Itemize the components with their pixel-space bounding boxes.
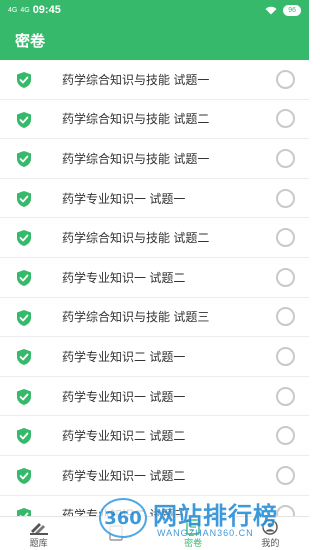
select-radio[interactable] (276, 267, 295, 287)
nav-item-mine[interactable]: 我的 (232, 517, 309, 550)
paper-row[interactable]: 药学综合知识与技能 试题一 (0, 139, 309, 179)
shield-check-icon (17, 507, 31, 516)
exam-icon (109, 525, 123, 541)
select-radio[interactable] (276, 307, 295, 327)
bottom-nav: 题库 密卷 我的 (0, 516, 309, 550)
paper-row[interactable]: 药学专业知识一 试题一 (0, 179, 309, 219)
select-radio[interactable] (276, 505, 295, 516)
select-radio[interactable] (276, 465, 295, 485)
shield-check-icon (17, 467, 31, 484)
shield-check-icon (17, 111, 31, 128)
shield-check-icon (17, 190, 31, 207)
shield-check-icon (17, 72, 31, 88)
paper-row[interactable]: 药学综合知识与技能 试题二 (0, 100, 309, 140)
shield-check-icon (17, 349, 31, 366)
paper-title: 药学专业知识二 试题三 (62, 508, 186, 516)
shield-check-icon (17, 230, 31, 247)
nav-item-question-bank[interactable]: 题库 (0, 517, 77, 550)
app-bar: 密卷 (0, 20, 309, 60)
status-time: 09:45 (32, 4, 61, 16)
secret-paper-icon (186, 518, 200, 535)
paper-title: 药学综合知识与技能 试题一 (62, 72, 210, 87)
paper-title: 药学专业知识二 试题二 (62, 429, 186, 444)
nav-label-question-bank: 题库 (29, 537, 48, 548)
paper-title: 药学综合知识与技能 试题三 (62, 310, 210, 325)
status-bar: 4G 4G 09:45 96 (0, 0, 309, 20)
paper-title: 药学综合知识与技能 试题二 (62, 231, 210, 246)
paper-title: 药学专业知识一 试题二 (62, 468, 186, 483)
shield-check-icon (17, 428, 31, 445)
wifi-icon (265, 6, 277, 14)
paper-row[interactable]: 药学专业知识二 试题三 (0, 496, 309, 516)
paper-row[interactable]: 药学专业知识二 试题一 (0, 337, 309, 377)
paper-title: 药学综合知识与技能 试题二 (62, 112, 210, 127)
select-radio[interactable] (276, 109, 295, 129)
shield-check-icon (17, 309, 31, 326)
paper-title: 药学专业知识一 试题一 (62, 389, 186, 404)
nav-label-mine: 我的 (261, 537, 280, 548)
paper-list: 药学综合知识与技能 试题一 药学综合知识与技能 试题二 药学综合知识与技能 试题一药… (0, 60, 309, 516)
select-radio[interactable] (276, 426, 295, 446)
paper-row[interactable]: 药学综合知识与技能 试题三 (0, 298, 309, 338)
user-icon (262, 518, 279, 535)
select-radio[interactable] (276, 148, 295, 168)
signal-label-2: 4G (20, 6, 30, 14)
nav-item-exam[interactable] (77, 517, 154, 550)
select-radio[interactable] (276, 346, 295, 366)
paper-row[interactable]: 药学专业知识一 试题一 (0, 377, 309, 417)
paper-row[interactable]: 药学专业知识一 试题二 (0, 258, 309, 298)
paper-title: 药学专业知识二 试题一 (62, 349, 186, 364)
shield-check-icon (17, 151, 31, 168)
paper-title: 药学专业知识一 试题一 (62, 191, 186, 206)
nav-label-secret-paper: 密卷 (184, 537, 203, 548)
select-radio[interactable] (276, 188, 295, 208)
paper-title: 药学专业知识一 试题二 (62, 270, 186, 285)
select-radio[interactable] (276, 69, 295, 89)
shield-check-icon (17, 269, 31, 286)
paper-row[interactable]: 药学专业知识二 试题二 (0, 416, 309, 456)
paper-title: 药学综合知识与技能 试题一 (62, 151, 210, 166)
paper-row[interactable]: 药学专业知识一 试题二 (0, 456, 309, 496)
paper-row[interactable]: 药学综合知识与技能 试题二 (0, 218, 309, 258)
battery-badge: 96 (283, 4, 301, 16)
shield-check-icon (17, 388, 31, 405)
select-radio[interactable] (276, 228, 295, 248)
page-title: 密卷 (15, 32, 46, 50)
books-icon (29, 522, 48, 535)
select-radio[interactable] (276, 386, 295, 406)
signal-label-1: 4G (8, 6, 18, 14)
paper-row[interactable]: 药学综合知识与技能 试题一 (0, 60, 309, 100)
nav-item-secret-paper[interactable]: 密卷 (155, 517, 232, 550)
